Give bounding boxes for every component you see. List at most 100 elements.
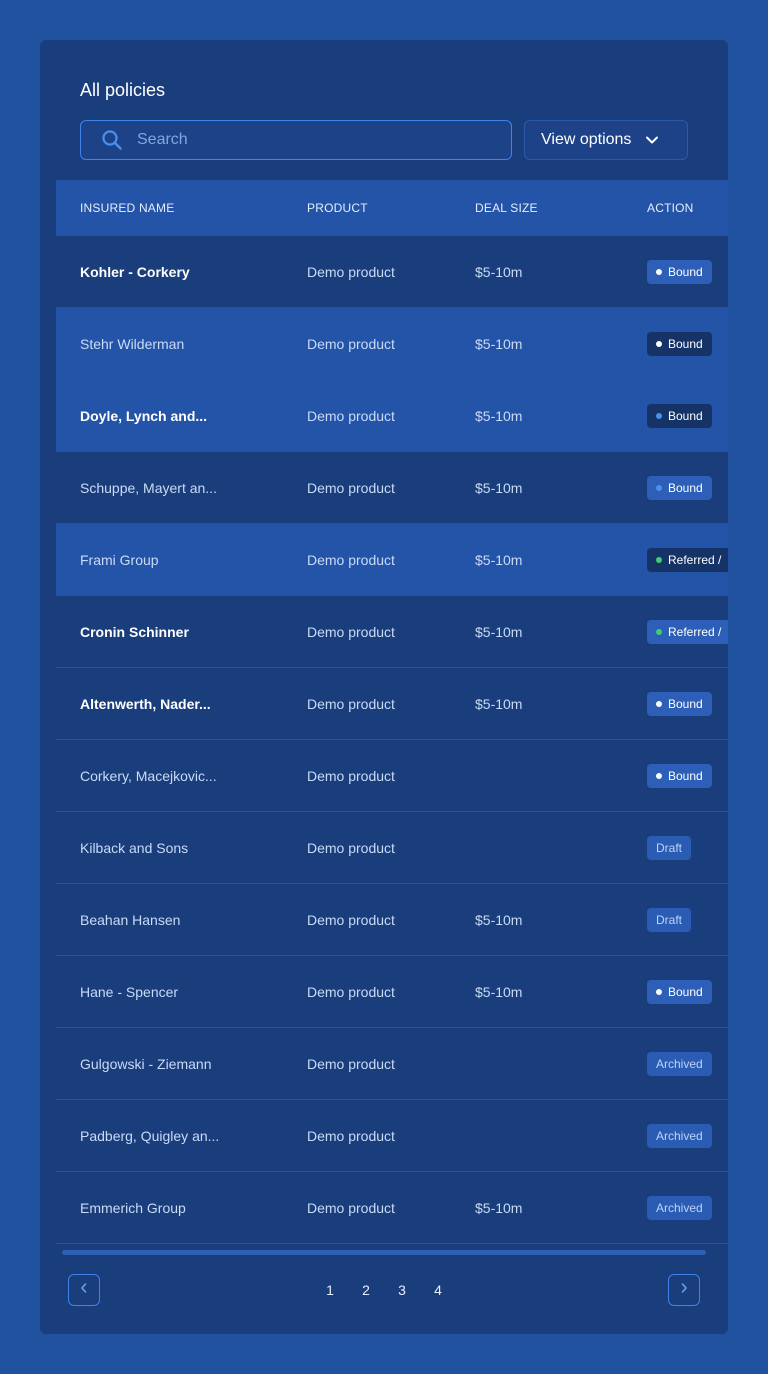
status-badge-label: Bound [668, 265, 703, 279]
action-cell: Referred / [647, 524, 728, 596]
product-cell: Demo product [307, 1056, 395, 1072]
table-row[interactable]: Altenwerth, Nader... Demo product $5-10m Bo… [56, 668, 728, 740]
status-badge-label: Referred / [668, 625, 722, 639]
deal-size-cell: $5-10m [475, 336, 523, 352]
table-header: INSURED NAME PRODUCT DEAL SIZE ACTION [56, 180, 728, 236]
page-number-4[interactable]: 4 [420, 1282, 456, 1298]
search-input[interactable]: Search [80, 120, 512, 160]
column-header-action[interactable]: ACTION [647, 180, 694, 236]
status-badge[interactable]: Bound [647, 332, 712, 356]
column-header-product[interactable]: PRODUCT [307, 180, 368, 236]
product-cell: Demo product [307, 336, 395, 352]
table-row[interactable]: Kilback and Sons Demo product Draft [56, 812, 728, 884]
insured-name-cell: Padberg, Quigley an... [80, 1128, 220, 1144]
action-cell: Draft [647, 884, 692, 956]
status-dot-icon [656, 557, 662, 563]
table-row[interactable]: Padberg, Quigley an... Demo product Archiv… [56, 1100, 728, 1172]
horizontal-scrollbar[interactable] [62, 1250, 706, 1255]
action-cell: Bound [647, 452, 712, 524]
status-badge[interactable]: Bound [647, 476, 712, 500]
product-cell: Demo product [307, 1200, 395, 1216]
column-header-insured-name[interactable]: INSURED NAME [80, 180, 174, 236]
status-badge[interactable]: Bound [647, 260, 712, 284]
table-row[interactable]: Cronin Schinner Demo product $5-10m Referre… [56, 596, 728, 668]
status-badge[interactable]: Archived [647, 1052, 712, 1076]
status-badge[interactable]: Referred / [647, 548, 728, 572]
action-cell: Bound [647, 956, 712, 1028]
status-badge[interactable]: Archived [647, 1124, 712, 1148]
status-badge[interactable]: Archived [647, 1196, 712, 1220]
product-cell: Demo product [307, 264, 395, 280]
chevron-down-icon [645, 135, 659, 145]
deal-size-cell: $5-10m [475, 912, 523, 928]
action-cell: Bound [647, 380, 712, 452]
status-badge-label: Draft [656, 841, 683, 855]
status-badge-label: Draft [656, 913, 683, 927]
table-row[interactable]: Hane - Spencer Demo product $5-10m Bound [56, 956, 728, 1028]
status-badge-label: Bound [668, 985, 703, 999]
status-badge[interactable]: Bound [647, 692, 712, 716]
product-cell: Demo product [307, 768, 395, 784]
table-row[interactable]: Doyle, Lynch and... Demo product $5-10m Bou… [56, 380, 728, 452]
table-row[interactable]: Beahan Hansen Demo product $5-10m Draft [56, 884, 728, 956]
status-dot-icon [656, 413, 662, 419]
status-dot-icon [656, 773, 662, 779]
insured-name-cell: Gulgowski - Ziemann [80, 1056, 212, 1072]
deal-size-cell: $5-10m [475, 696, 523, 712]
product-cell: Demo product [307, 624, 395, 640]
deal-size-cell: $5-10m [475, 624, 523, 640]
insured-name-cell: Frami Group [80, 552, 159, 568]
page-number-2[interactable]: 2 [348, 1282, 384, 1298]
table-body: Kohler - Corkery Demo product $5-10m Bound S… [56, 236, 728, 1244]
product-cell: Demo product [307, 912, 395, 928]
view-options-label: View options [541, 131, 632, 148]
status-badge-label: Bound [668, 409, 703, 423]
status-badge[interactable]: Bound [647, 980, 712, 1004]
insured-name-cell: Emmerich Group [80, 1200, 186, 1216]
next-page-button[interactable] [668, 1274, 700, 1306]
status-badge[interactable]: Referred / [647, 620, 728, 644]
status-dot-icon [656, 701, 662, 707]
column-header-deal-size[interactable]: DEAL SIZE [475, 180, 538, 236]
table-row[interactable]: Kohler - Corkery Demo product $5-10m Bound [56, 236, 728, 308]
pagination: 1 2 3 4 [40, 1274, 728, 1306]
status-badge-label: Bound [668, 481, 703, 495]
page-number-3[interactable]: 3 [384, 1282, 420, 1298]
table-row[interactable]: Corkery, Macejkovic... Demo product Bound [56, 740, 728, 812]
deal-size-cell: $5-10m [475, 264, 523, 280]
action-cell: Archived [647, 1172, 712, 1244]
action-cell: Archived [647, 1028, 712, 1100]
status-badge[interactable]: Draft [647, 836, 692, 860]
chevron-right-icon [679, 1281, 689, 1299]
table-row[interactable]: Frami Group Demo product $5-10m Referred / [56, 524, 728, 596]
action-cell: Draft [647, 812, 692, 884]
table-row[interactable]: Gulgowski - Ziemann Demo product Archived [56, 1028, 728, 1100]
table-row[interactable]: Schuppe, Mayert an... Demo product $5-10m B… [56, 452, 728, 524]
status-badge[interactable]: Bound [647, 764, 712, 788]
action-cell: Bound [647, 668, 712, 740]
status-badge[interactable]: Draft [647, 908, 692, 932]
insured-name-cell: Hane - Spencer [80, 984, 179, 1000]
product-cell: Demo product [307, 408, 395, 424]
table-row[interactable]: Stehr Wilderman Demo product $5-10m Bound [56, 308, 728, 380]
insured-name-cell: Kilback and Sons [80, 840, 189, 856]
insured-name-cell: Doyle, Lynch and... [80, 408, 208, 424]
deal-size-cell: $5-10m [475, 1200, 523, 1216]
insured-name-cell: Schuppe, Mayert an... [80, 480, 217, 496]
status-badge-label: Bound [668, 337, 703, 351]
page-number-1[interactable]: 1 [312, 1282, 348, 1298]
status-badge[interactable]: Bound [647, 404, 712, 428]
policies-card: All policies Search View options INSURED… [40, 40, 728, 1334]
product-cell: Demo product [307, 696, 395, 712]
status-dot-icon [656, 341, 662, 347]
page-title: All policies [80, 80, 166, 100]
insured-name-cell: Kohler - Corkery [80, 264, 190, 280]
action-cell: Bound [647, 236, 712, 308]
deal-size-cell: $5-10m [475, 480, 523, 496]
table-row[interactable]: Emmerich Group Demo product $5-10m Archived [56, 1172, 728, 1244]
status-badge-label: Bound [668, 697, 703, 711]
view-options-button[interactable]: View options [524, 120, 688, 160]
insured-name-cell: Beahan Hansen [80, 912, 181, 928]
search-icon [101, 129, 123, 151]
status-badge-label: Referred / [668, 553, 722, 567]
